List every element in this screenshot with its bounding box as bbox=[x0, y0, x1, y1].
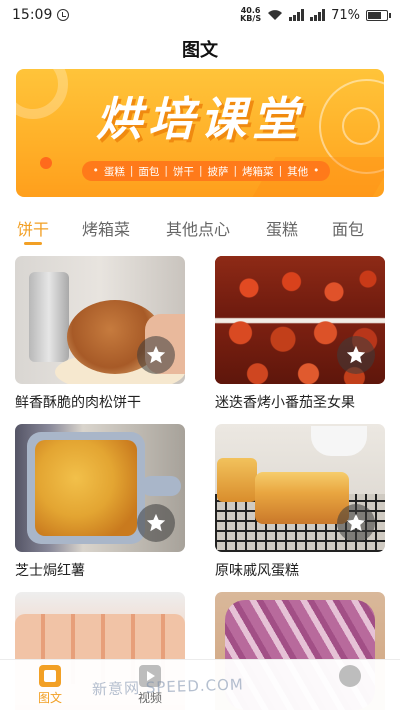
favorite-button[interactable] bbox=[337, 504, 375, 542]
recipe-title: 原味戚风蛋糕 bbox=[215, 563, 299, 579]
alarm-icon bbox=[57, 9, 70, 21]
article-icon bbox=[39, 665, 61, 687]
recipe-image bbox=[15, 424, 185, 552]
signal-icon bbox=[289, 9, 305, 21]
banner-tag: 饼干 bbox=[172, 165, 194, 178]
battery-icon bbox=[366, 9, 391, 21]
tab-oven-dishes[interactable]: 烤箱菜 bbox=[82, 216, 130, 240]
battery-percent: 71% bbox=[331, 7, 360, 23]
recipe-card[interactable]: 原味戚风蛋糕 bbox=[215, 424, 385, 580]
tab-biscuits[interactable]: 饼干 bbox=[17, 216, 49, 240]
active-tab-indicator bbox=[24, 242, 42, 245]
banner-tag: 披萨 bbox=[207, 165, 229, 178]
app-screen: 15:09 40.6 KB/S 71% 图文 烘培课堂 • 蛋糕 | 面包 | … bbox=[0, 0, 400, 710]
status-time: 15:09 bbox=[12, 7, 53, 23]
star-icon bbox=[146, 513, 166, 532]
banner-tag: 其他 bbox=[287, 165, 309, 178]
recipe-title: 鲜香酥脆的肉松饼干 bbox=[15, 395, 141, 411]
banner-tag: 面包 bbox=[138, 165, 160, 178]
page-title: 图文 bbox=[182, 40, 218, 61]
star-icon bbox=[146, 345, 166, 364]
favorite-button[interactable] bbox=[137, 336, 175, 374]
recipe-card[interactable]: 迷迭香烤小番茄圣女果 bbox=[215, 256, 385, 412]
banner-decor-dot bbox=[40, 157, 52, 169]
wifi-icon bbox=[268, 10, 283, 20]
status-right: 40.6 KB/S 71% bbox=[240, 7, 391, 23]
favorite-button[interactable] bbox=[137, 504, 175, 542]
recipe-image bbox=[15, 256, 185, 384]
banner-tags: • 蛋糕 | 面包 | 饼干 | 披萨 | 烤箱菜 | 其他 • bbox=[82, 161, 330, 181]
recipe-card[interactable]: 鲜香酥脆的肉松饼干 bbox=[15, 256, 185, 412]
tab-other-snacks[interactable]: 其他点心 bbox=[166, 216, 230, 240]
recipe-image bbox=[215, 424, 385, 552]
recipe-title: 迷迭香烤小番茄圣女果 bbox=[215, 395, 355, 411]
recipe-image bbox=[215, 256, 385, 384]
nav-item-profile[interactable] bbox=[320, 665, 380, 689]
network-speed-unit: KB/S bbox=[240, 14, 262, 23]
signal-icon-2 bbox=[310, 9, 326, 21]
recipe-card[interactable]: 芝士焗红薯 bbox=[15, 424, 185, 580]
status-bar: 15:09 40.6 KB/S 71% bbox=[0, 0, 400, 30]
favorite-button[interactable] bbox=[337, 336, 375, 374]
banner-tag: 烤箱菜 bbox=[242, 165, 274, 178]
profile-icon bbox=[339, 665, 361, 687]
category-tabs: 饼干 烤箱菜 其他点心 蛋糕 面包 bbox=[0, 216, 400, 248]
nav-label: 图文 bbox=[37, 691, 62, 705]
tab-bread[interactable]: 面包 bbox=[332, 216, 364, 240]
star-icon bbox=[346, 513, 366, 532]
nav-item-article[interactable]: 图文 bbox=[20, 665, 80, 706]
tab-cake[interactable]: 蛋糕 bbox=[266, 216, 298, 240]
network-speed: 40.6 KB/S bbox=[240, 7, 261, 23]
recipe-title: 芝士焗红薯 bbox=[15, 563, 85, 579]
star-icon bbox=[346, 345, 366, 364]
banner-title: 烘培课堂 bbox=[96, 92, 304, 146]
promo-banner[interactable]: 烘培课堂 • 蛋糕 | 面包 | 饼干 | 披萨 | 烤箱菜 | 其他 • bbox=[16, 69, 384, 197]
banner-tag: 蛋糕 bbox=[103, 165, 125, 178]
